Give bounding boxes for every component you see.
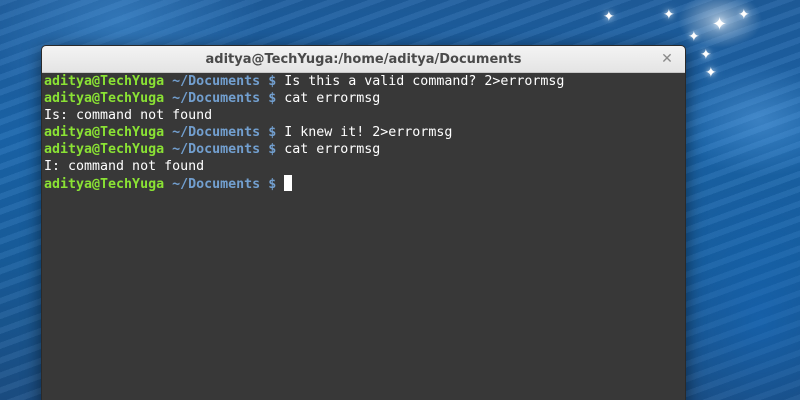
- close-icon[interactable]: ✕: [659, 51, 675, 67]
- terminal-prompt-line: aditya@TechYuga ~/Documents $: [44, 175, 683, 192]
- terminal-prompt-line: aditya@TechYuga ~/Documents $ Is this a …: [44, 73, 683, 90]
- window-titlebar[interactable]: aditya@TechYuga:/home/aditya/Documents ✕: [42, 46, 685, 73]
- sparkle-icon: ✦: [700, 47, 712, 63]
- text-cursor[interactable]: [284, 175, 293, 191]
- output-text: Is: command not found: [44, 108, 213, 123]
- command-text: I knew it! 2>errormsg: [284, 125, 453, 140]
- sparkle-icon: ✦: [603, 9, 615, 25]
- terminal-window[interactable]: aditya@TechYuga:/home/aditya/Documents ✕…: [41, 45, 686, 400]
- window-title: aditya@TechYuga:/home/aditya/Documents: [205, 51, 522, 67]
- sparkle-icon: ✦: [712, 14, 728, 35]
- sparkle-icon: ✦: [663, 7, 675, 23]
- sparkle-icon: ✦: [738, 7, 750, 23]
- prompt-user: aditya@TechYuga: [44, 142, 165, 157]
- terminal-prompt-line: aditya@TechYuga ~/Documents $ cat errorm…: [44, 90, 683, 107]
- prompt-user: aditya@TechYuga: [44, 125, 165, 140]
- command-text: cat errormsg: [284, 142, 381, 157]
- prompt-user: aditya@TechYuga: [44, 74, 165, 89]
- prompt-path: ~/Documents: [172, 125, 261, 140]
- sparkle-icon: ✦: [688, 29, 700, 45]
- terminal-output-line: I: command not found: [44, 158, 683, 175]
- prompt-path: ~/Documents: [172, 74, 261, 89]
- prompt-user: aditya@TechYuga: [44, 177, 165, 192]
- prompt-symbol: $: [268, 142, 277, 157]
- command-text: Is this a valid command? 2>errormsg: [284, 74, 565, 89]
- prompt-user: aditya@TechYuga: [44, 91, 165, 106]
- terminal-prompt-line: aditya@TechYuga ~/Documents $ I knew it!…: [44, 124, 683, 141]
- prompt-symbol: $: [268, 91, 277, 106]
- prompt-symbol: $: [268, 125, 277, 140]
- prompt-symbol: $: [268, 177, 277, 192]
- prompt-symbol: $: [268, 74, 277, 89]
- terminal-prompt-line: aditya@TechYuga ~/Documents $ cat errorm…: [44, 141, 683, 158]
- terminal-output-line: Is: command not found: [44, 107, 683, 124]
- output-text: I: command not found: [44, 159, 205, 174]
- prompt-path: ~/Documents: [172, 177, 261, 192]
- prompt-path: ~/Documents: [172, 91, 261, 106]
- sparkle-icon: ✦: [705, 65, 717, 81]
- terminal-content[interactable]: aditya@TechYuga ~/Documents $ Is this a …: [42, 73, 685, 400]
- prompt-path: ~/Documents: [172, 142, 261, 157]
- command-text: cat errormsg: [284, 91, 381, 106]
